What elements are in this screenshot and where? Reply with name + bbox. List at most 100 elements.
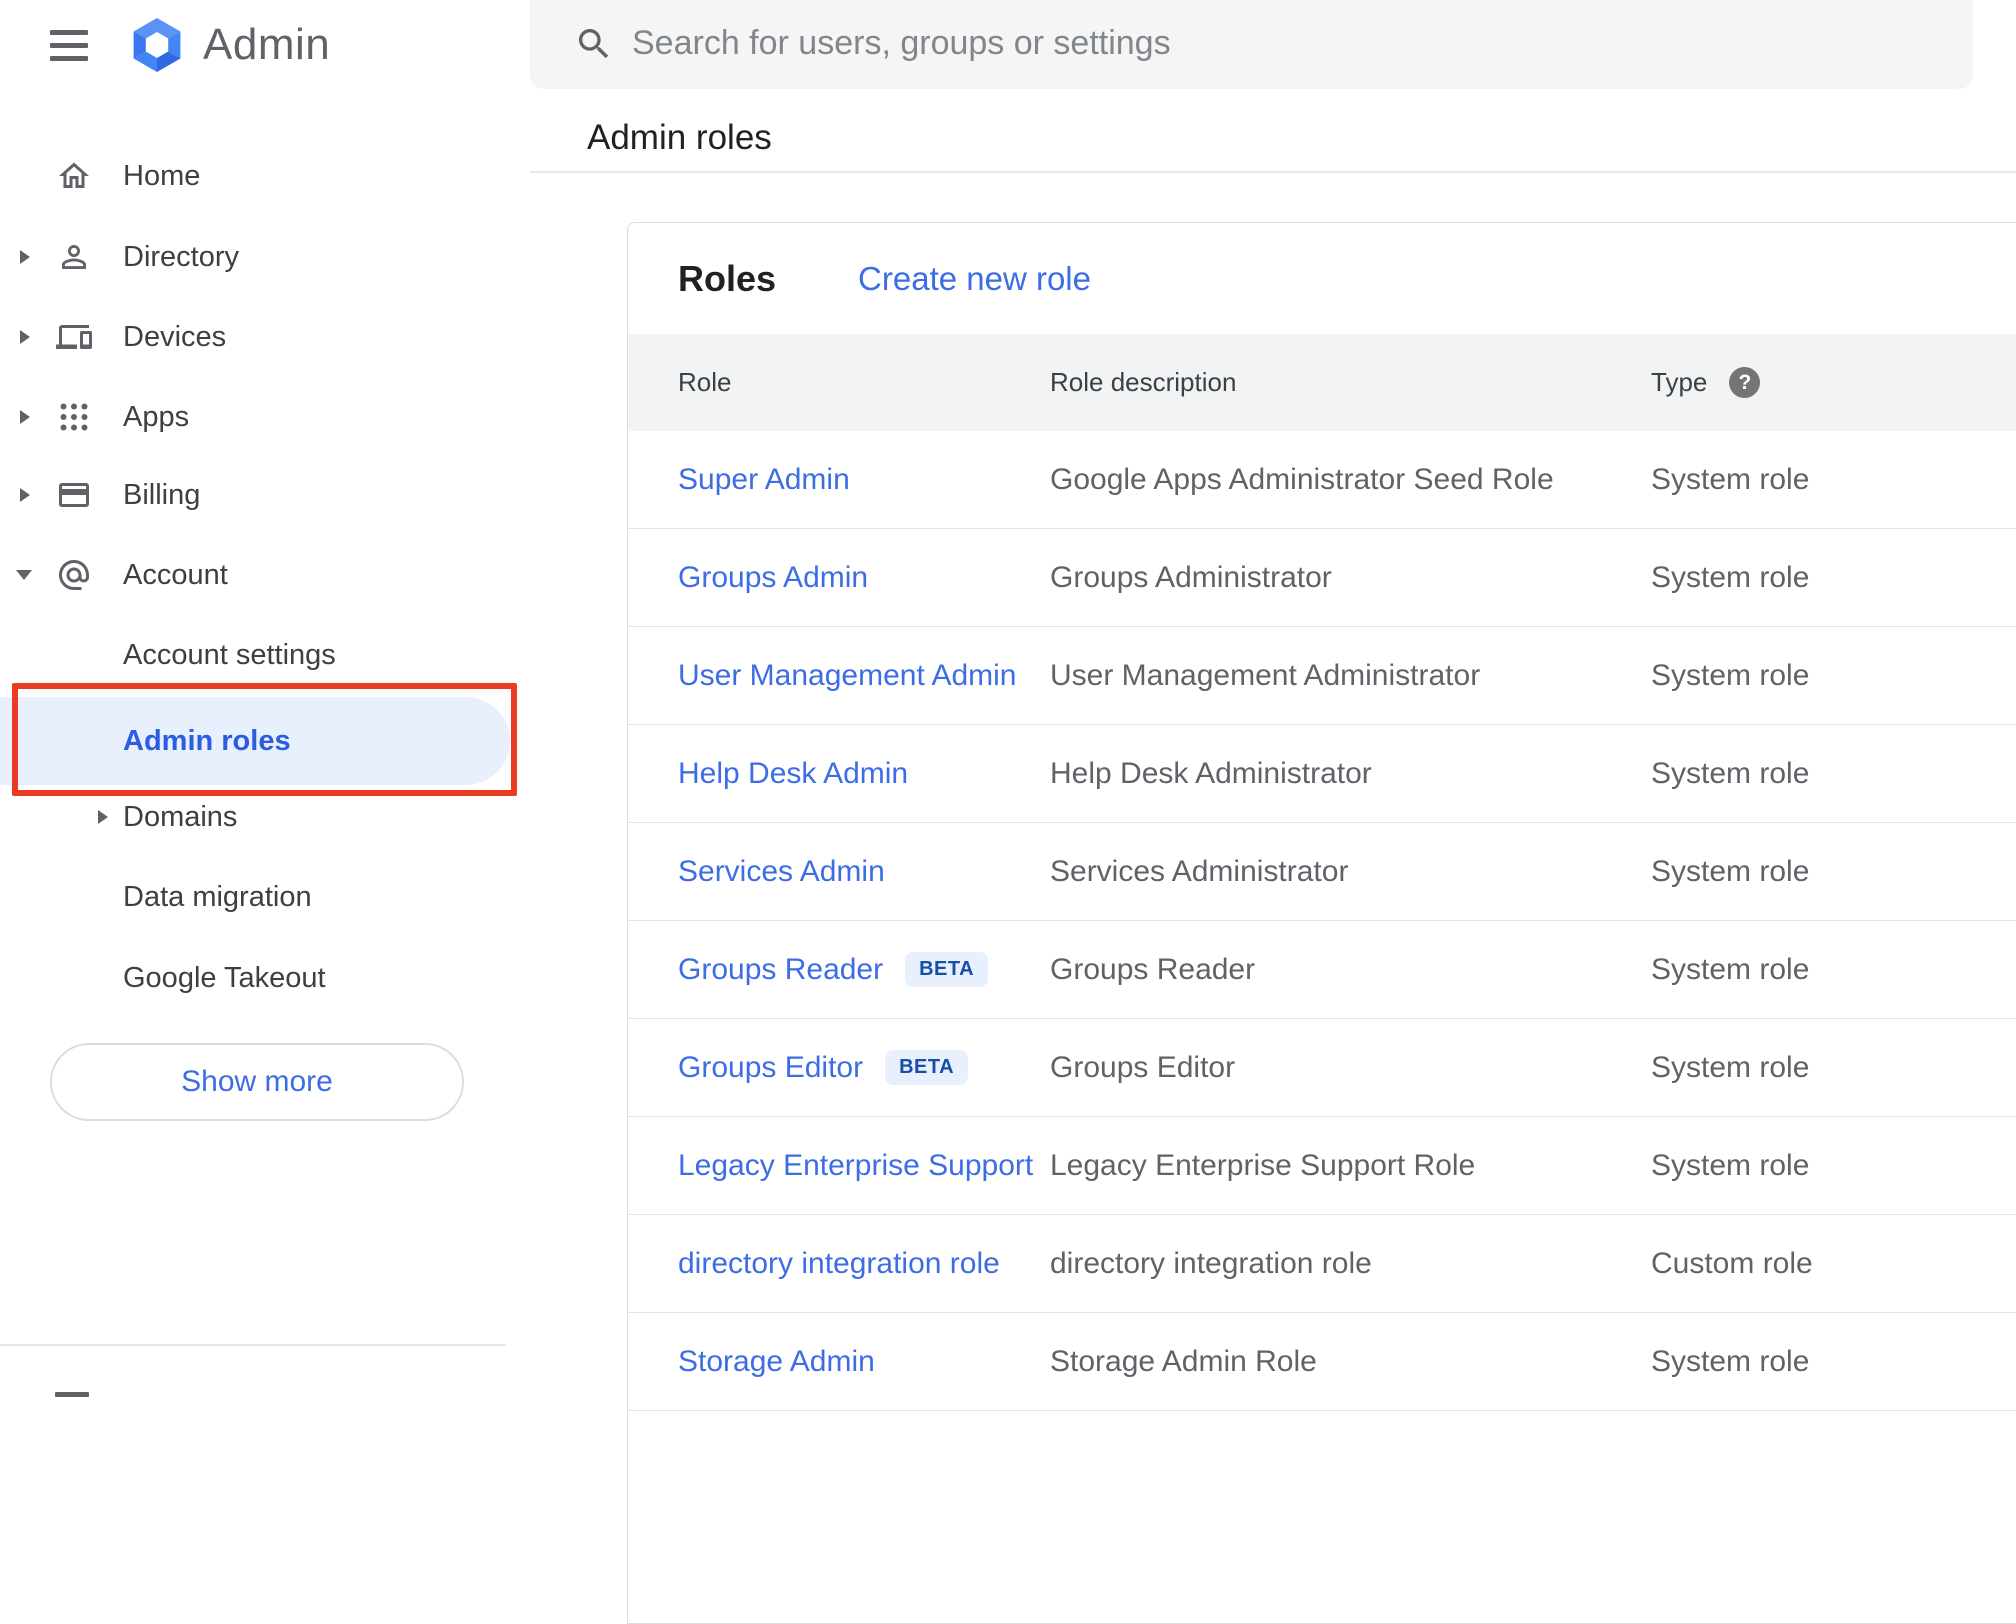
admin-hexagon-icon [133, 18, 181, 72]
column-header-description: Role description [1050, 367, 1237, 397]
devices-icon [56, 319, 92, 355]
table-row: Storage Admin Storage Admin Role System ro… [628, 1313, 2016, 1411]
role-description-cell: Help Desk Administrator [1050, 756, 1372, 790]
sidebar-item-label: Account [123, 558, 228, 591]
table-row: Super Admin Google Apps Administrator See… [628, 431, 2016, 529]
help-icon[interactable]: ? [1729, 367, 1761, 398]
sidebar-item-billing[interactable]: Billing [0, 455, 530, 535]
table-header-row: Role Role description Type ? [628, 334, 2016, 431]
sidebar-item-admin-roles[interactable]: Admin roles [0, 697, 510, 785]
role-type-cell: System role [1651, 1050, 1810, 1084]
role-type-cell: System role [1651, 1148, 1810, 1182]
sidebar-item-account-settings[interactable]: Account settings [0, 615, 530, 695]
roles-panel-header: Roles Create new role [628, 223, 2016, 334]
role-link[interactable]: Services Admin [678, 855, 885, 889]
sidebar-item-label: Apps [123, 400, 190, 433]
role-description-cell: Storage Admin Role [1050, 1344, 1317, 1378]
role-cell: Services Admin [678, 855, 1050, 889]
role-link[interactable]: Groups Admin [678, 561, 868, 595]
role-cell: Help Desk Admin [678, 757, 1050, 791]
breadcrumb: Admin roles [587, 118, 772, 157]
at-sign-icon [56, 557, 92, 593]
chevron-down-icon[interactable] [16, 570, 32, 580]
role-link[interactable]: Groups Editor [678, 1051, 863, 1085]
sidebar-item-home[interactable]: Home [0, 136, 530, 216]
table-row: Services Admin Services Administrator Syst… [628, 823, 2016, 921]
sidebar-item-label: Account settings [123, 638, 336, 671]
table-row: directory integration role directory inte… [628, 1215, 2016, 1313]
menu-bar [50, 43, 88, 48]
role-description-cell: Groups Reader [1050, 952, 1256, 986]
sidebar-item-label: Google Takeout [123, 961, 326, 994]
sidebar-item-apps[interactable]: Apps [0, 377, 530, 457]
sidebar-item-google-takeout[interactable]: Google Takeout [0, 938, 530, 1018]
app-title: Admin [203, 20, 331, 69]
menu-bar [50, 30, 88, 35]
role-type-cell: System role [1651, 854, 1810, 888]
role-link[interactable]: User Management Admin [678, 659, 1017, 693]
role-cell: Groups Editor BETA [678, 1050, 1050, 1085]
role-type-cell: System role [1651, 560, 1810, 594]
role-link[interactable]: Groups Reader [678, 953, 883, 987]
column-header-type: Type ? [1651, 367, 2016, 398]
role-type-cell: System role [1651, 462, 1810, 496]
chevron-right-icon[interactable] [20, 330, 30, 344]
partial-sidebar-icon [55, 1392, 89, 1397]
table-row: Groups Reader BETA Groups Reader System rol… [628, 921, 2016, 1019]
sidebar-item-label: Domains [123, 800, 238, 833]
sidebar-divider [0, 1344, 506, 1346]
role-link[interactable]: Super Admin [678, 463, 850, 497]
sidebar-item-directory[interactable]: Directory [0, 217, 530, 297]
sidebar-item-data-migration[interactable]: Data migration [0, 857, 530, 937]
role-link[interactable]: directory integration role [678, 1247, 1000, 1281]
sidebar-item-label: Billing [123, 478, 201, 511]
role-type-cell: System role [1651, 1344, 1810, 1378]
beta-badge: BETA [905, 952, 989, 987]
role-cell: Legacy Enterprise Support [678, 1149, 1050, 1183]
role-description-cell: Services Administrator [1050, 854, 1349, 888]
column-header-role: Role [678, 367, 732, 397]
role-link[interactable]: Storage Admin [678, 1345, 875, 1379]
role-description-cell: Legacy Enterprise Support Role [1050, 1148, 1476, 1182]
chevron-right-icon[interactable] [20, 488, 30, 502]
role-cell: Groups Reader BETA [678, 952, 1050, 987]
sidebar-item-devices[interactable]: Devices [0, 297, 530, 377]
menu-bar [50, 56, 88, 61]
show-more-button[interactable]: Show more [50, 1043, 464, 1121]
role-type-cell: Custom role [1651, 1246, 1813, 1280]
sidebar-item-domains[interactable]: Domains [0, 777, 530, 857]
sidebar-item-account[interactable]: Account [0, 535, 530, 615]
role-link[interactable]: Legacy Enterprise Support [678, 1149, 1033, 1183]
person-icon [56, 239, 92, 275]
table-row: User Management Admin User Management Adm… [628, 627, 2016, 725]
header-divider [530, 171, 2016, 173]
table-row: Help Desk Admin Help Desk Administrator Sy… [628, 725, 2016, 823]
home-icon [56, 158, 92, 194]
role-type-cell: System role [1651, 658, 1810, 692]
role-description-cell: directory integration role [1050, 1246, 1372, 1280]
table-row: Groups Editor BETA Groups Editor System rol… [628, 1019, 2016, 1117]
role-description-cell: Groups Editor [1050, 1050, 1236, 1084]
sidebar-item-label: Data migration [123, 880, 312, 913]
role-cell: User Management Admin [678, 659, 1050, 693]
role-cell: Super Admin [678, 463, 1050, 497]
role-cell: Groups Admin [678, 561, 1050, 595]
role-description-cell: Google Apps Administrator Seed Role [1050, 462, 1554, 496]
role-type-cell: System role [1651, 756, 1810, 790]
search-bar[interactable] [530, 0, 1973, 89]
role-link[interactable]: Help Desk Admin [678, 757, 908, 791]
chevron-right-icon[interactable] [98, 810, 108, 824]
chevron-right-icon[interactable] [20, 250, 30, 264]
role-type-cell: System role [1651, 952, 1810, 986]
menu-icon[interactable] [48, 24, 90, 64]
role-description-cell: User Management Administrator [1050, 658, 1481, 692]
apps-grid-icon [56, 399, 92, 435]
table-row: Legacy Enterprise Support Legacy Enterpri… [628, 1117, 2016, 1215]
chevron-right-icon[interactable] [20, 410, 30, 424]
column-header-type-label: Type [1651, 367, 1708, 397]
create-new-role-link[interactable]: Create new role [858, 260, 1091, 298]
sidebar-item-label: Directory [123, 240, 240, 273]
search-input[interactable] [630, 23, 1834, 64]
role-cell: directory integration role [678, 1247, 1050, 1281]
search-icon [579, 28, 609, 58]
